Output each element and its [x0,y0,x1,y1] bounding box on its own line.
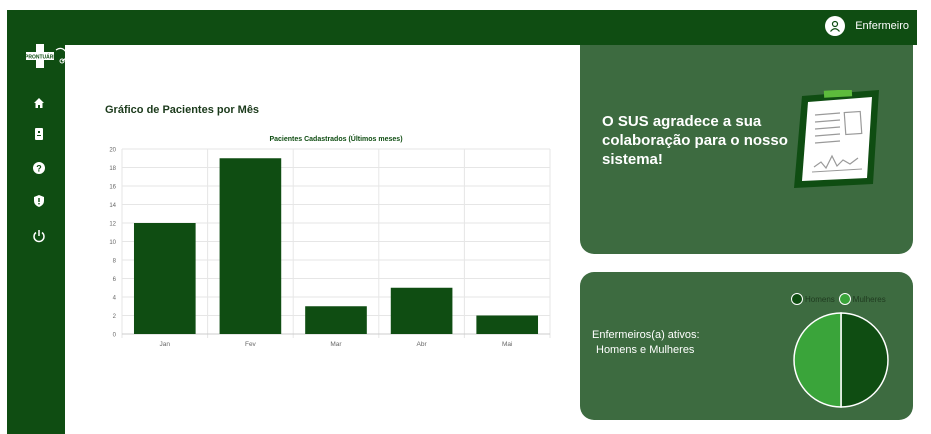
y-tick-label: 6 [113,277,117,283]
x-tick-label: Mai [502,341,512,348]
y-tick-label: 18 [109,166,116,172]
nurses-text: Enfermeiros(a) ativos: Homens e Mulheres [592,328,700,358]
power-icon [33,230,45,243]
pie-chart [793,312,889,408]
y-tick-label: 12 [109,222,116,228]
logo[interactable]: PRONTUÁRIO [24,42,72,70]
y-tick-label: 14 [109,203,116,209]
pie-legend: Homens Mulheres [791,293,890,305]
chart-section-title: Gráfico de Pacientes por Mês [105,104,260,116]
sidebar-item-records[interactable] [31,126,47,142]
bar-jan[interactable] [133,223,196,334]
legend-swatch-men [791,293,803,305]
legend-swatch-women [838,293,851,305]
top-bar [65,10,917,45]
sidebar: PRONTUÁRIO ? [7,10,68,434]
logo-cross-icon: PRONTUÁRIO [25,44,68,68]
user-avatar-icon [825,16,846,36]
clipboard-illustration-icon [794,90,879,188]
legend-item-mulheres[interactable]: Mulheres [838,293,886,305]
nurses-line2: Homens e Mulheres [596,344,695,356]
legend-label-women: Mulheres [852,294,886,304]
bar-abr[interactable] [390,287,453,334]
sidebar-item-logout[interactable] [31,228,47,244]
user-label: Enfermeiro [855,20,909,32]
nurses-line1: Enfermeiros(a) ativos: [592,329,700,341]
x-tick-label: Mar [330,341,342,348]
home-icon [34,98,44,108]
y-tick-label: 10 [109,240,116,246]
pie-slice-mulheres[interactable] [793,312,842,408]
shield-icon [34,195,44,207]
bar-fev[interactable] [219,158,282,334]
sidebar-item-help[interactable]: ? [31,160,47,176]
logo-text: PRONTUÁRIO [25,54,59,61]
y-tick-label: 2 [113,314,117,320]
chart-title: Pacientes Cadastrados (Últimos meses) [269,134,402,143]
legend-item-homens[interactable]: Homens [791,293,835,305]
y-tick-label: 16 [109,185,116,191]
pie-slice-homens[interactable] [840,312,889,408]
clipboard-icon [35,128,43,140]
y-tick-label: 0 [113,333,117,339]
nurses-card: Enfermeiros(a) ativos: Homens e Mulheres… [580,272,913,420]
y-tick-label: 4 [113,296,117,302]
bar-mar[interactable] [305,306,367,334]
svg-text:?: ? [36,164,42,174]
y-tick-label: 8 [113,259,117,265]
x-tick-label: Fev [245,341,257,348]
x-tick-label: Jan [160,341,171,348]
sidebar-item-home[interactable] [31,95,47,111]
sidebar-item-security[interactable] [31,193,47,209]
legend-label-men: Homens [805,294,835,304]
x-tick-label: Abr [417,341,428,348]
help-icon: ? [33,162,45,174]
thanks-text: O SUS agradece a sua colaboração para o … [602,113,788,168]
user-menu[interactable]: Enfermeiro [825,16,909,36]
bar-mai[interactable] [476,315,539,335]
y-tick-label: 20 [109,148,116,154]
bar-chart: Pacientes Cadastrados (Últimos meses) 0 2 4… [109,134,551,348]
thanks-card: O SUS agradece a sua colaboração para o … [580,45,913,254]
